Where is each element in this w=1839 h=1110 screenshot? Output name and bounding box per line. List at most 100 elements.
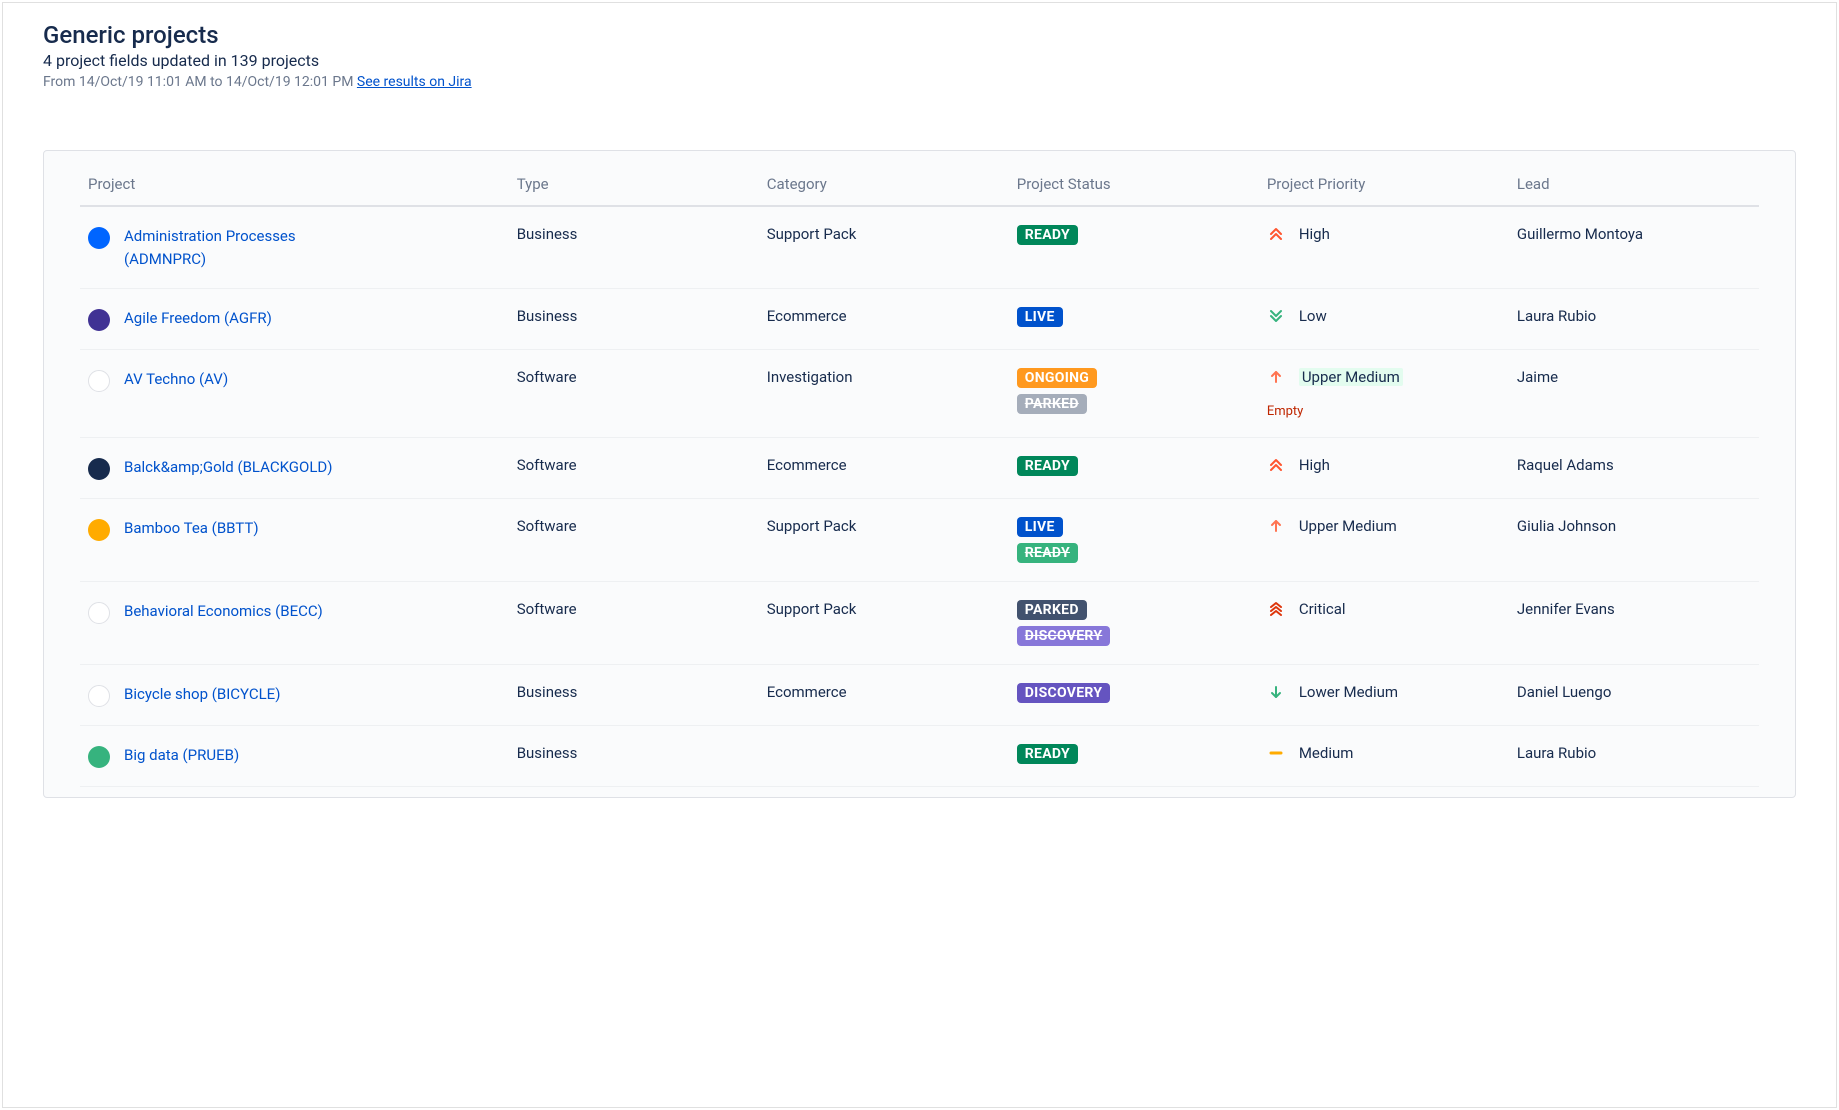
- priority-cell: Low: [1259, 289, 1509, 350]
- project-link[interactable]: AV Techno (AV): [124, 368, 228, 391]
- type-cell: Business: [509, 206, 759, 289]
- status-badge-ready: READY: [1017, 456, 1078, 476]
- priority-label: High: [1299, 225, 1330, 243]
- col-status[interactable]: Project Status: [1009, 151, 1259, 206]
- status-cell: PARKED DISCOVERY: [1009, 582, 1259, 665]
- status-badge-parked-old: PARKED: [1017, 394, 1087, 414]
- jira-results-link[interactable]: See results on Jira: [357, 74, 472, 90]
- page-subtitle: 4 project fields updated in 139 projects: [43, 51, 1796, 70]
- table-row: Bicycle shop (BICYCLE) BusinessEcommerce D…: [80, 665, 1759, 726]
- type-cell: Software: [509, 438, 759, 499]
- col-project[interactable]: Project: [80, 151, 509, 206]
- project-link[interactable]: Agile Freedom (AGFR): [124, 307, 272, 330]
- priority-upper_medium-icon: [1267, 368, 1285, 386]
- priority-high-icon: [1267, 456, 1285, 474]
- col-lead[interactable]: Lead: [1509, 151, 1759, 206]
- col-category[interactable]: Category: [759, 151, 1009, 206]
- status-cell: DISCOVERY: [1009, 665, 1259, 726]
- category-cell: Support Pack: [759, 582, 1009, 665]
- project-avatar: [88, 227, 110, 249]
- table-row: Agile Freedom (AGFR) BusinessEcommerce LIV…: [80, 289, 1759, 350]
- category-cell: [759, 726, 1009, 787]
- priority-cell: Upper Medium: [1259, 499, 1509, 582]
- table-row: Big data (PRUEB) Business READY Medium Laura…: [80, 726, 1759, 787]
- status-cell: READY: [1009, 438, 1259, 499]
- lead-cell: Guillermo Montoya: [1509, 206, 1759, 289]
- priority-low-icon: [1267, 307, 1285, 325]
- category-cell: Ecommerce: [759, 665, 1009, 726]
- status-badge-live: LIVE: [1017, 307, 1063, 327]
- status-badge-ongoing: ONGOING: [1017, 368, 1097, 388]
- projects-card: Project Type Category Project Status Pro…: [43, 150, 1796, 798]
- priority-cell: High: [1259, 438, 1509, 499]
- col-type[interactable]: Type: [509, 151, 759, 206]
- priority-cell: Lower Medium: [1259, 665, 1509, 726]
- type-cell: Software: [509, 350, 759, 438]
- priority-cell: High: [1259, 206, 1509, 289]
- priority-label: Upper Medium: [1299, 368, 1403, 386]
- category-cell: Investigation: [759, 350, 1009, 438]
- project-link[interactable]: Administration Processes (ADMNPRC): [124, 225, 354, 270]
- lead-cell: Laura Rubio: [1509, 726, 1759, 787]
- priority-cell: Medium: [1259, 726, 1509, 787]
- status-badge-discovery: DISCOVERY: [1017, 683, 1111, 703]
- table-row: Administration Processes (ADMNPRC) Busine…: [80, 206, 1759, 289]
- project-avatar: [88, 309, 110, 331]
- date-range-text: From 14/Oct/19 11:01 AM to 14/Oct/19 12:…: [43, 74, 357, 90]
- project-link[interactable]: Bicycle shop (BICYCLE): [124, 683, 280, 706]
- project-link[interactable]: Bamboo Tea (BBTT): [124, 517, 259, 540]
- lead-cell: Giulia Johnson: [1509, 499, 1759, 582]
- lead-cell: Jennifer Evans: [1509, 582, 1759, 665]
- priority-upper_medium-icon: [1267, 517, 1285, 535]
- status-badge-ready: READY: [1017, 225, 1078, 245]
- lead-cell: Jaime: [1509, 350, 1759, 438]
- table-header-row: Project Type Category Project Status Pro…: [80, 151, 1759, 206]
- priority-medium-icon: [1267, 744, 1285, 762]
- priority-label: High: [1299, 456, 1330, 474]
- type-cell: Business: [509, 726, 759, 787]
- priority-critical-icon: [1267, 600, 1285, 618]
- lead-cell: Raquel Adams: [1509, 438, 1759, 499]
- project-avatar: [88, 458, 110, 480]
- lead-cell: Laura Rubio: [1509, 289, 1759, 350]
- priority-lower_medium-icon: [1267, 683, 1285, 701]
- project-link[interactable]: Behavioral Economics (BECC): [124, 600, 323, 623]
- status-cell: LIVE: [1009, 289, 1259, 350]
- page-title: Generic projects: [43, 21, 1796, 49]
- status-badge-parked: PARKED: [1017, 600, 1087, 620]
- priority-label: Upper Medium: [1299, 517, 1397, 535]
- category-cell: Support Pack: [759, 206, 1009, 289]
- table-row: Balck&amp;Gold (BLACKGOLD)SoftwareEcomme…: [80, 438, 1759, 499]
- type-cell: Business: [509, 289, 759, 350]
- priority-cell: Upper MediumEmpty: [1259, 350, 1509, 438]
- priority-high-icon: [1267, 225, 1285, 243]
- status-badge-ready: READY: [1017, 744, 1078, 764]
- table-row: Bamboo Tea (BBTT) SoftwareSupport Pack LIV…: [80, 499, 1759, 582]
- status-badge-live: LIVE: [1017, 517, 1063, 537]
- priority-cell: Critical: [1259, 582, 1509, 665]
- category-cell: Support Pack: [759, 499, 1009, 582]
- lead-cell: Daniel Luengo: [1509, 665, 1759, 726]
- status-cell: READY: [1009, 206, 1259, 289]
- priority-label: Medium: [1299, 744, 1354, 762]
- project-avatar: [88, 370, 110, 392]
- type-cell: Software: [509, 582, 759, 665]
- page-container: Generic projects 4 project fields update…: [2, 2, 1837, 1108]
- priority-label: Lower Medium: [1299, 683, 1398, 701]
- project-link[interactable]: Balck&amp;Gold (BLACKGOLD): [124, 456, 332, 479]
- page-meta: From 14/Oct/19 11:01 AM to 14/Oct/19 12:…: [43, 74, 1796, 90]
- project-link[interactable]: Big data (PRUEB): [124, 744, 239, 767]
- col-priority[interactable]: Project Priority: [1259, 151, 1509, 206]
- category-cell: Ecommerce: [759, 289, 1009, 350]
- status-cell: READY: [1009, 726, 1259, 787]
- status-cell: ONGOING PARKED: [1009, 350, 1259, 438]
- type-cell: Business: [509, 665, 759, 726]
- type-cell: Software: [509, 499, 759, 582]
- project-avatar: [88, 519, 110, 541]
- priority-label: Critical: [1299, 600, 1346, 618]
- projects-table: Project Type Category Project Status Pro…: [80, 151, 1759, 787]
- project-avatar: [88, 746, 110, 768]
- status-badge-ready-old: READY: [1017, 543, 1078, 563]
- project-avatar: [88, 685, 110, 707]
- status-badge-discovery-old: DISCOVERY: [1017, 626, 1111, 646]
